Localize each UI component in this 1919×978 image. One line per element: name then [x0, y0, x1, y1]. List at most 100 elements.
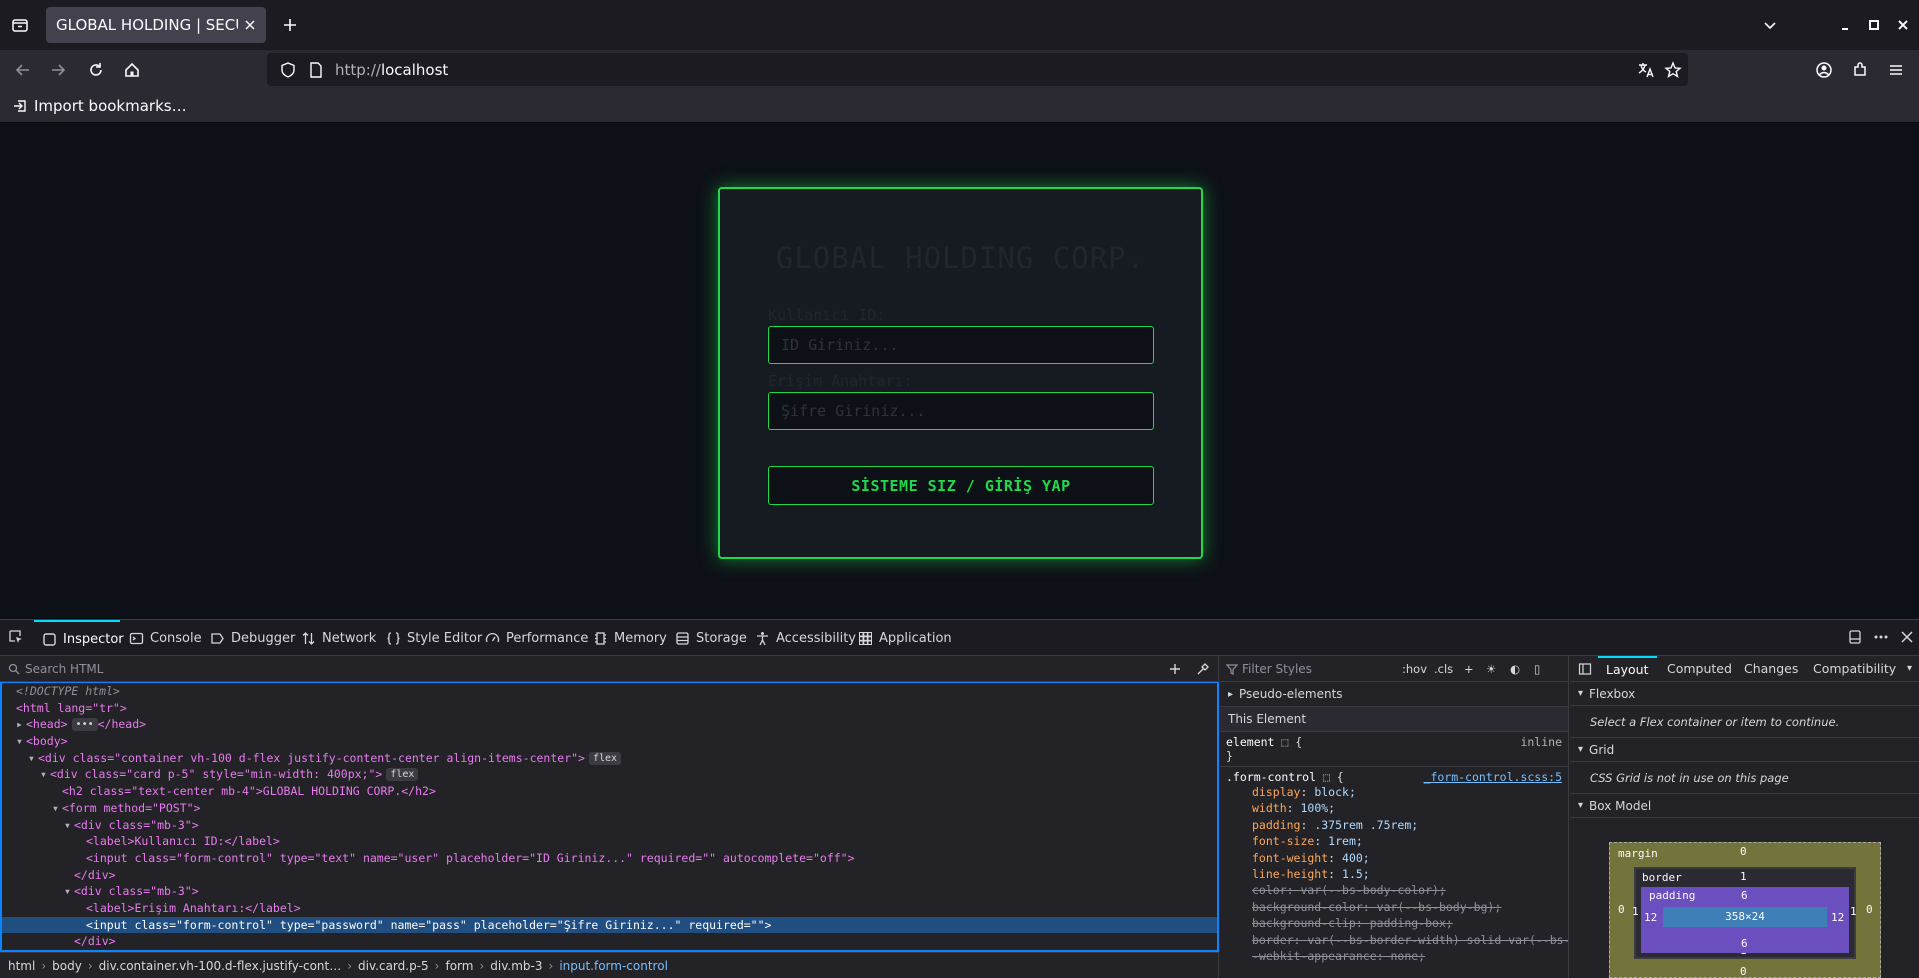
close-icon[interactable]: [242, 17, 258, 33]
breadcrumb-item[interactable]: body: [52, 959, 82, 973]
tab-memory[interactable]: Memory: [593, 620, 667, 656]
tab-list-icon[interactable]: [10, 15, 30, 35]
tab-storage[interactable]: Storage: [675, 620, 747, 656]
css-declaration[interactable]: width: 100%;: [1226, 800, 1562, 816]
margin-bottom-value[interactable]: 0: [1740, 965, 1747, 978]
access-key-input[interactable]: [768, 392, 1154, 430]
back-icon[interactable]: [13, 60, 33, 80]
import-bookmarks-link[interactable]: Import bookmarks…: [34, 97, 187, 115]
hov-toggle[interactable]: :hov: [1402, 662, 1427, 676]
margin-right-value[interactable]: 0: [1866, 903, 1873, 916]
css-declaration[interactable]: padding: .375rem .75rem;: [1226, 817, 1562, 833]
maximize-icon[interactable]: [1864, 15, 1884, 35]
tab-computed[interactable]: Computed: [1667, 656, 1732, 682]
tree-row[interactable]: ▸ <head> ••• </head>: [2, 716, 1217, 733]
extensions-icon[interactable]: [1850, 60, 1870, 80]
margin-left-value[interactable]: 0: [1618, 903, 1625, 916]
user-id-input[interactable]: [768, 326, 1154, 364]
padding-top-value[interactable]: 6: [1741, 889, 1748, 902]
css-declaration[interactable]: -webkit-appearance: none;: [1226, 948, 1562, 964]
tree-row-selected[interactable]: <input class="form-control" type="passwo…: [2, 916, 1217, 934]
tab-style-editor[interactable]: Style Editor: [386, 620, 482, 656]
css-declaration[interactable]: font-weight: 400;: [1226, 850, 1562, 866]
window-close-icon[interactable]: [1893, 15, 1913, 35]
padding-left-value[interactable]: 12: [1644, 911, 1657, 924]
url-bar[interactable]: http://localhost: [267, 53, 1688, 86]
tree-row[interactable]: ▾ <div class="container vh-100 d-flex jus…: [2, 750, 1217, 767]
tree-row[interactable]: <input class="form-control" type="text" …: [2, 850, 1217, 867]
tree-row[interactable]: ▾ <form method="POST">: [2, 800, 1217, 817]
margin-top-value[interactable]: 0: [1740, 845, 1747, 858]
tab-console[interactable]: Console: [129, 620, 202, 656]
print-media-icon[interactable]: ▯: [1534, 662, 1540, 676]
tab-compatibility[interactable]: Compatibility: [1813, 656, 1896, 682]
tab-changes[interactable]: Changes: [1744, 656, 1798, 682]
css-declaration[interactable]: line-height: 1.5;: [1226, 866, 1562, 882]
border-top-value[interactable]: 1: [1740, 870, 1747, 883]
tab-accessibility[interactable]: Accessibility: [755, 620, 856, 656]
tab-layout[interactable]: Layout: [1598, 656, 1657, 682]
bookmark-star-icon[interactable]: [1663, 60, 1683, 80]
css-declaration[interactable]: background-color: var(--bs-body-bg);: [1226, 899, 1562, 915]
border-left-value[interactable]: 1: [1632, 905, 1639, 918]
eyedropper-icon[interactable]: [1196, 662, 1210, 676]
box-model-section-toggle[interactable]: ▾ Box Model: [1570, 794, 1919, 818]
breadcrumb-item-current[interactable]: input.form-control: [559, 959, 668, 973]
translate-icon[interactable]: [1636, 60, 1656, 80]
breadcrumb-item[interactable]: html: [8, 959, 35, 973]
new-tab-icon[interactable]: [280, 15, 300, 35]
tab-debugger[interactable]: Debugger: [210, 620, 295, 656]
browser-tab[interactable]: GLOBAL HOLDING | SECURE: [46, 7, 266, 43]
chevron-down-icon[interactable]: [1760, 15, 1780, 35]
flexbox-section-toggle[interactable]: ▾ Flexbox: [1570, 682, 1919, 706]
css-declaration[interactable]: color: var(--bs-body-color);: [1226, 882, 1562, 898]
tree-row[interactable]: ▾ <div class="mb-3">: [2, 883, 1217, 900]
form-control-rule[interactable]: _form-control.scss:5 .form-control ⬚ { d…: [1220, 767, 1568, 967]
breadcrumb-item[interactable]: div.card.p-5: [358, 959, 429, 973]
tree-row[interactable]: ▾ <body>: [2, 733, 1217, 750]
menu-icon[interactable]: [1886, 60, 1906, 80]
add-rule-icon[interactable]: +: [1464, 662, 1474, 676]
tree-row[interactable]: <label>Kullanıcı ID:</label>: [2, 833, 1217, 850]
search-html-input[interactable]: Search HTML: [0, 656, 1219, 682]
reload-icon[interactable]: [86, 60, 106, 80]
tree-row[interactable]: ▾ <div class="card p-5" style="min-width:…: [2, 766, 1217, 783]
tree-row[interactable]: <!DOCTYPE html>: [2, 683, 1217, 700]
tab-inspector[interactable]: Inspector: [34, 620, 124, 656]
home-icon[interactable]: [122, 60, 142, 80]
css-declaration[interactable]: display: block;: [1226, 784, 1562, 800]
page-icon[interactable]: [307, 61, 325, 79]
close-devtools-icon[interactable]: [1899, 629, 1915, 645]
minimize-icon[interactable]: [1835, 15, 1855, 35]
css-declaration[interactable]: font-size: 1rem;: [1226, 833, 1562, 849]
breadcrumb-item[interactable]: div.mb-3: [490, 959, 542, 973]
tree-row[interactable]: <label>Erişim Anahtarı:</label>: [2, 900, 1217, 917]
more-options-icon[interactable]: [1873, 629, 1889, 645]
toggle-pane-icon[interactable]: [1578, 662, 1592, 676]
rule-source-link[interactable]: _form-control.scss:5: [1424, 770, 1562, 784]
forward-icon[interactable]: [48, 60, 68, 80]
account-icon[interactable]: [1814, 60, 1834, 80]
border-right-value[interactable]: 1: [1850, 905, 1857, 918]
dark-scheme-icon[interactable]: ◐: [1510, 662, 1520, 676]
css-declaration[interactable]: background-clip: padding-box;: [1226, 915, 1562, 931]
tree-row[interactable]: <h2 class="text-center mb-4">GLOBAL HOLD…: [2, 783, 1217, 800]
tree-row[interactable]: </div>: [2, 933, 1217, 950]
tab-application[interactable]: Application: [858, 620, 952, 656]
filter-styles-input[interactable]: Filter Styles :hov .cls + ☀ ◐ ▯: [1220, 656, 1568, 682]
light-scheme-icon[interactable]: ☀: [1486, 662, 1496, 676]
tree-row[interactable]: ▾ <div class="mb-3">: [2, 817, 1217, 834]
breadcrumb-item[interactable]: div.container.vh-100.d-flex.justify-cont…: [99, 959, 342, 973]
overflow-chevron-icon[interactable]: ▾: [1907, 656, 1912, 682]
element-rule[interactable]: inline element ⬚ {}: [1220, 732, 1568, 767]
padding-right-value[interactable]: 12: [1831, 911, 1844, 924]
tab-performance[interactable]: Performance: [485, 620, 588, 656]
pseudo-elements-toggle[interactable]: ▸ Pseudo-elements: [1220, 682, 1568, 707]
tree-row[interactable]: <html lang="tr">: [2, 700, 1217, 717]
css-declaration[interactable]: border: var(--bs-border-width) solid var…: [1226, 932, 1568, 948]
grid-section-toggle[interactable]: ▾ Grid: [1570, 738, 1919, 762]
element-picker-icon[interactable]: [8, 629, 24, 645]
add-node-icon[interactable]: [1168, 662, 1182, 676]
cls-toggle[interactable]: .cls: [1434, 662, 1453, 676]
login-button[interactable]: SİSTEME SIZ / GİRİŞ YAP: [768, 466, 1154, 505]
